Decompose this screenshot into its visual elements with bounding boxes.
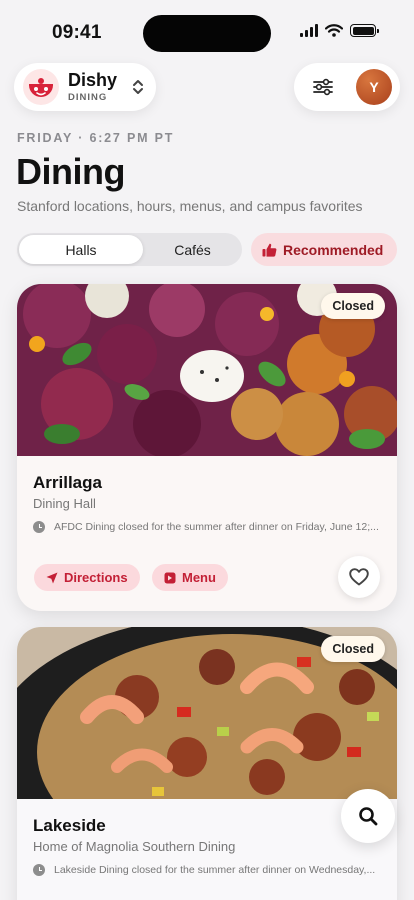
user-avatar[interactable]: Y xyxy=(356,69,392,105)
recommended-label: Recommended xyxy=(283,241,384,258)
food-photo-beet-salad: Closed xyxy=(17,284,397,456)
battery-icon xyxy=(350,24,379,37)
location-switcher[interactable]: Dishy DINING xyxy=(14,63,156,111)
status-bar: 09:41 xyxy=(0,0,414,56)
clock-icon xyxy=(33,521,45,533)
dining-type: Home of Magnolia Southern Dining xyxy=(33,839,236,854)
clock-icon xyxy=(33,864,45,876)
venue-type-segmented-control: Halls Cafés xyxy=(17,233,242,266)
brand-name: Dishy xyxy=(68,70,118,90)
menu-label: Menu xyxy=(182,570,216,585)
status-time: 09:41 xyxy=(52,22,102,43)
brand-subtitle: DINING xyxy=(68,92,108,103)
hours-status-text: Lakeside Dining closed for the summer af… xyxy=(54,864,376,876)
wifi-icon xyxy=(325,24,343,37)
segment-cafes[interactable]: Cafés xyxy=(145,235,240,264)
sliders-icon[interactable] xyxy=(312,77,334,97)
cellular-signal-icon xyxy=(300,24,318,37)
dynamic-island xyxy=(143,15,271,52)
food-photo-jambalaya: Closed xyxy=(17,627,397,799)
menu-square-icon xyxy=(164,572,176,583)
segment-halls[interactable]: Halls xyxy=(19,235,143,264)
header-actions: Y xyxy=(294,63,400,111)
heart-icon xyxy=(349,568,369,586)
thumbs-up-icon xyxy=(262,243,277,257)
search-icon xyxy=(359,807,378,826)
location-arrow-icon xyxy=(46,572,58,583)
dining-card-lakeside[interactable]: Closed Lakeside Home of Magnolia Souther… xyxy=(17,627,397,900)
page-title: Dining xyxy=(16,151,125,192)
dining-name: Arrillaga xyxy=(33,473,102,492)
hours-status-text: AFDC Dining closed for the summer after … xyxy=(54,521,379,533)
page-subtitle: Stanford locations, hours, menus, and ca… xyxy=(17,198,363,214)
date-time-label: FRIDAY · 6:27 PM PT xyxy=(17,131,175,145)
dishy-logo-icon xyxy=(23,69,59,105)
status-badge: Closed xyxy=(321,636,385,662)
dining-type: Dining Hall xyxy=(33,496,96,511)
favorite-button[interactable] xyxy=(338,556,380,598)
menu-button[interactable]: Menu xyxy=(152,564,228,591)
hours-status: Lakeside Dining closed for the summer af… xyxy=(33,864,375,876)
directions-button[interactable]: Directions xyxy=(34,564,140,591)
chevron-up-down-icon xyxy=(133,80,143,94)
search-button[interactable] xyxy=(341,789,395,843)
dining-card-arrillaga[interactable]: Closed Arrillaga Dining Hall AFDC Dining… xyxy=(17,284,397,611)
status-icons xyxy=(300,24,379,37)
status-badge: Closed xyxy=(321,293,385,319)
hours-status: AFDC Dining closed for the summer after … xyxy=(33,521,379,533)
directions-label: Directions xyxy=(64,570,128,585)
dining-name: Lakeside xyxy=(33,816,106,835)
recommended-filter-button[interactable]: Recommended xyxy=(251,233,397,266)
